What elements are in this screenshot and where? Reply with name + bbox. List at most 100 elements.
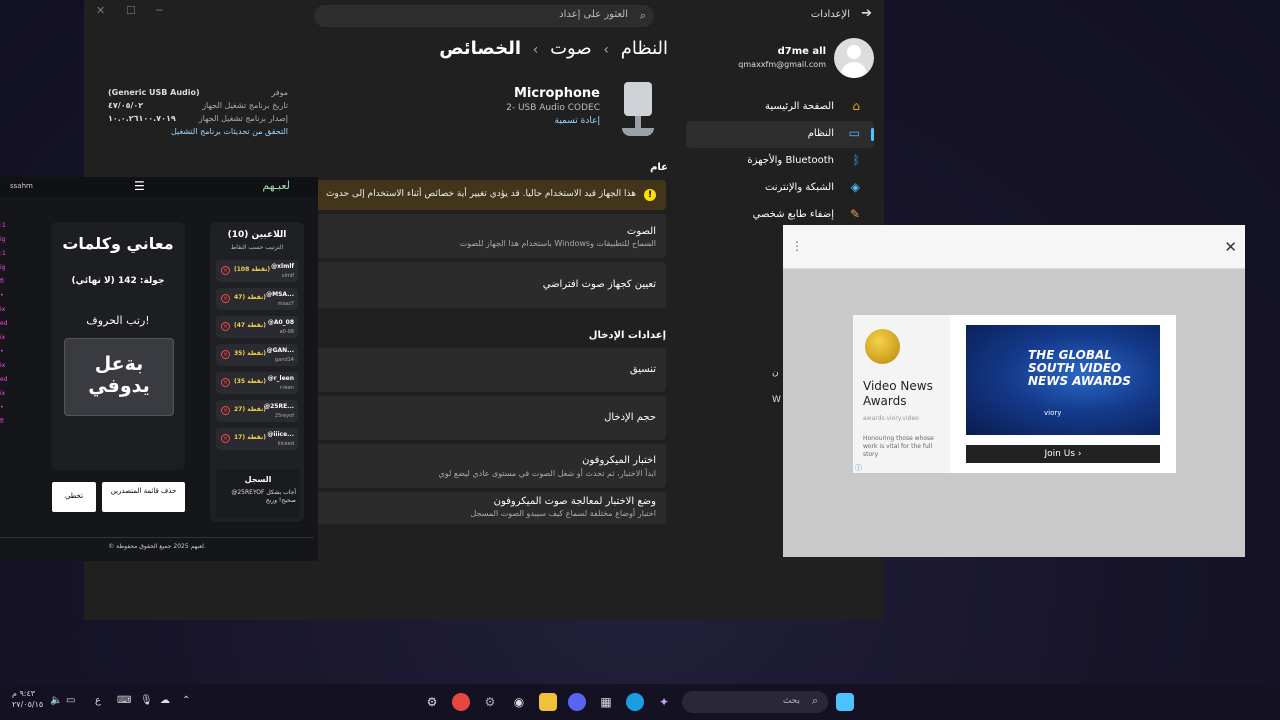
bluetooth-icon: ᛒ xyxy=(852,153,860,167)
player-row[interactable]: × (35 نقطة) @r_leen r-leen xyxy=(216,372,298,394)
remove-icon[interactable]: × xyxy=(221,378,230,387)
driver-update-link[interactable]: التحقق من تحديثات برنامج التشغيل xyxy=(171,127,288,136)
format-row[interactable]: تنسيق xyxy=(316,348,666,392)
breadcrumb-system[interactable]: النظام xyxy=(621,38,668,59)
maximize-button[interactable]: ☐ xyxy=(126,4,136,17)
search-input[interactable]: ⌕ العثور على إعداد xyxy=(314,5,654,27)
player-user: 25reyof xyxy=(274,413,294,419)
remove-icon[interactable]: × xyxy=(221,322,230,331)
join-button[interactable]: Join Us › xyxy=(966,445,1160,463)
player-row[interactable]: × 35) نقطة) @GAN... gand14 xyxy=(216,344,298,366)
ad-url[interactable]: awards.viory.video xyxy=(863,415,919,422)
game-footer: © لعبهم 2025 جميع الحقوق محفوظة. xyxy=(0,537,314,557)
enhancement-title: وضع الاختبار لمعالجة صوت الميكروفون xyxy=(493,496,656,507)
activity-log: السجل @25REYOF أجاب بشكل صحيح! وربح xyxy=(216,469,300,519)
chevron-icon: › xyxy=(532,42,539,58)
game-topbar: ssahm ☰ لعبـهم xyxy=(0,177,318,197)
round-counter: جولة: 142 (لا نهائي) xyxy=(71,276,165,286)
player-row[interactable]: × 27) نقطة) @25RE... 25reyof xyxy=(216,400,298,422)
remove-icon[interactable]: × xyxy=(221,434,230,443)
player-points: (108 نقطة) xyxy=(234,266,271,273)
skip-button[interactable]: تخطي xyxy=(52,482,96,512)
taskbar-search[interactable]: ⌕ بحث xyxy=(682,691,828,713)
taskbar: ٩:٤٣ م ٢٧/٠٥/١٥ 🔈 ▭ ع ⌨ 🎙 ☁ ⌃ ⚙ ⚙ ◉ ▦ ✦ … xyxy=(0,684,1280,720)
obs-icon[interactable]: ◉ xyxy=(510,693,528,711)
user-profile[interactable]: d7me all qmaxxfm@gmail.com xyxy=(674,38,874,78)
ad-title: Video News Awards xyxy=(863,379,933,408)
format-label: تنسيق xyxy=(629,364,656,375)
instruction-text: رتب الحروف! xyxy=(86,314,150,327)
speaker-icon[interactable]: 🔈 xyxy=(50,695,62,706)
back-arrow-icon[interactable]: ➔ xyxy=(861,6,872,21)
game-board: معاني وكلمات جولة: 142 (لا نهائي) رتب ال… xyxy=(51,222,185,470)
minimize-button[interactable]: ─ xyxy=(156,4,163,17)
close-window-button[interactable]: ✕ xyxy=(96,4,105,17)
default-device-row[interactable]: تعيين كجهاز صوت افتراضي xyxy=(316,262,666,308)
copilot-icon[interactable]: ✦ xyxy=(655,693,673,711)
chevron-up-icon[interactable]: ⌃ xyxy=(182,695,190,706)
player-row[interactable]: × 47) نقطة) @MSA... msaz7 xyxy=(216,288,298,310)
titlebar: ✕ ☐ ─ ➔ الإعدادات ⌕ العثور على إعداد xyxy=(84,0,884,30)
game-user: ssahm xyxy=(10,182,33,190)
ad-image[interactable]: THE GLOBAL SOUTH VIDEO NEWS AWARDS viory xyxy=(966,325,1160,435)
remove-icon[interactable]: × xyxy=(221,406,230,415)
log-entry: @25REYOF أجاب بشكل صحيح! وربح xyxy=(231,489,296,504)
menu-icon[interactable]: ☰ xyxy=(134,179,145,193)
rename-link[interactable]: إعادة تسمية xyxy=(555,116,600,126)
remove-icon[interactable]: × xyxy=(221,294,230,303)
players-subtitle: الترتيب حسب النقاط xyxy=(230,244,284,251)
mic-test-row[interactable]: اختبار الميكروفون ابدأ الاختبار، ثم تحدث… xyxy=(316,444,666,488)
display-icon[interactable]: ▭ xyxy=(66,695,75,706)
sidebar-item-system[interactable]: ▭ النظام xyxy=(686,121,874,148)
settings-gear-icon[interactable]: ⚙ xyxy=(423,693,441,711)
start-icon[interactable] xyxy=(836,693,854,711)
ad-info-icon[interactable]: ⓘ xyxy=(855,463,862,473)
ad-card[interactable]: Video News Awards awards.viory.video Hon… xyxy=(853,315,1176,473)
player-row[interactable]: × 17) نقطة) @iiice... iiiceed xyxy=(216,428,298,450)
input-volume-row[interactable]: حجم الإدخال xyxy=(316,396,666,440)
discord-icon[interactable] xyxy=(568,693,586,711)
player-row[interactable]: × (47 نقطة) @A0_08 a0-08 xyxy=(216,316,298,338)
player-name: @GAN... xyxy=(266,347,294,354)
cloud-icon[interactable]: ☁ xyxy=(160,695,170,706)
players-title: اللاعبين (10) xyxy=(227,230,287,240)
sidebar-item-network[interactable]: ◈ الشبكة والإنترنت xyxy=(686,175,874,202)
player-user: xlmlf xyxy=(281,273,294,279)
player-name: @xlmlf xyxy=(271,263,294,270)
file-explorer-icon[interactable] xyxy=(539,693,557,711)
enhancement-row[interactable]: وضع الاختبار لمعالجة صوت الميكروفون اختب… xyxy=(316,492,666,524)
ad-info-panel: Video News Awards awards.viory.video Hon… xyxy=(853,315,950,473)
scrambled-line: بةعل xyxy=(94,353,144,375)
store-icon[interactable]: ▦ xyxy=(597,693,615,711)
game-logo[interactable]: لعبـهم xyxy=(262,179,290,192)
sidebar-item-label: إضفاء طابع شخصي xyxy=(752,209,834,220)
warning-text: هذا الجهاز قيد الاستخدام حاليا. قد يؤدي … xyxy=(325,189,636,199)
remove-icon[interactable]: × xyxy=(221,350,230,359)
player-user: a0-08 xyxy=(279,329,294,335)
sidebar-item-bluetooth[interactable]: ᛒ Bluetooth والأجهزة xyxy=(686,148,874,175)
player-points: 17) نقطة) xyxy=(234,434,266,441)
close-icon[interactable]: ✕ xyxy=(1224,238,1237,256)
mic-test-desc: ابدأ الاختبار، ثم تحدث أو شغل الصوت في م… xyxy=(438,469,656,478)
language-indicator[interactable]: ع xyxy=(95,695,101,706)
chrome-icon[interactable] xyxy=(452,693,470,711)
microphone-tray-icon[interactable]: 🎙 xyxy=(140,695,153,706)
edge-icon[interactable] xyxy=(626,693,644,711)
sidebar-item-home[interactable]: ⌂ الصفحة الرئيسية xyxy=(686,94,874,121)
breadcrumb-sound[interactable]: صوت xyxy=(550,38,592,59)
sidebar-item-label: Bluetooth والأجهزة xyxy=(747,155,834,166)
search-icon: ⌕ xyxy=(811,694,818,707)
player-points: 27) نقطة) xyxy=(234,406,266,413)
clock[interactable]: ٩:٤٣ م ٢٧/٠٥/١٥ xyxy=(12,688,43,710)
player-row[interactable]: × (108 نقطة) @xlmlf xlmlf xyxy=(216,260,298,282)
scrambled-line: يدوفي xyxy=(88,375,150,397)
remove-icon[interactable]: × xyxy=(221,266,230,275)
delete-leaderboard-button[interactable]: حذف قائمة المتصدرين xyxy=(102,482,185,512)
audio-allow-row[interactable]: الصوت السماح للتطبيقات وWindows باستخدام… xyxy=(316,214,666,258)
brush-icon: ✎ xyxy=(849,207,860,221)
clock-time: ٩:٤٣ م xyxy=(12,689,36,698)
settings-app-icon[interactable]: ⚙ xyxy=(481,693,499,711)
more-options-icon[interactable]: ⋮ xyxy=(791,239,803,253)
player-user: r-leen xyxy=(279,385,294,391)
keyboard-icon[interactable]: ⌨ xyxy=(117,695,131,706)
